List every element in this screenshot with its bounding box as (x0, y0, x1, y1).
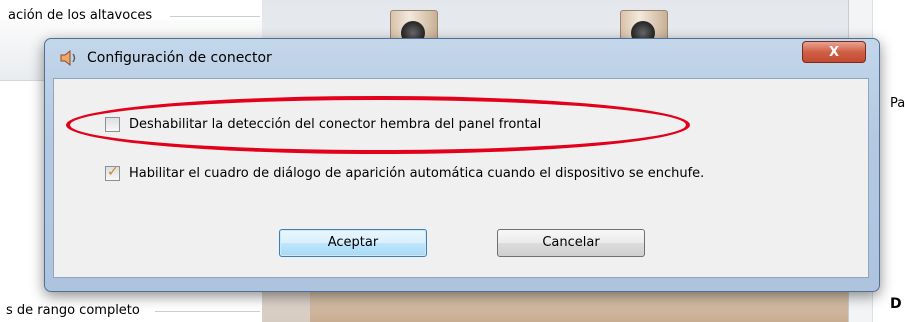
dialog-title: Configuración de conector (87, 50, 272, 66)
dialog-titlebar[interactable]: Configuración de conector X (45, 39, 879, 77)
close-icon: X (828, 45, 840, 60)
enable-autopopup-checkbox[interactable]: ✓ (105, 164, 120, 181)
group-divider (170, 16, 260, 17)
option-disable-front-panel-detection[interactable]: Deshabilitar la detección del conector h… (105, 117, 541, 132)
right-panel-label: Pa (890, 96, 905, 111)
speaker-icon (59, 49, 79, 67)
checkmark-icon: ✓ (107, 164, 119, 180)
ok-button[interactable]: Aceptar (279, 229, 427, 257)
connector-settings-dialog: Configuración de conector X Deshabilitar… (44, 38, 880, 292)
full-range-group-label: s de rango completo (6, 303, 140, 318)
disable-detection-label[interactable]: Deshabilitar la detección del conector h… (129, 117, 541, 132)
cancel-button[interactable]: Cancelar (497, 229, 645, 257)
group-divider-bottom (155, 311, 260, 312)
right-panel-heading: D (890, 296, 902, 312)
close-button[interactable]: X (802, 41, 866, 63)
enable-autopopup-label[interactable]: Habilitar el cuadro de diálogo de aparic… (129, 166, 704, 181)
disable-detection-checkbox[interactable] (105, 117, 120, 132)
speaker-config-group-label: ación de los altavoces (8, 8, 153, 23)
option-enable-autopopup[interactable]: ✓ Habilitar el cuadro de diálogo de apar… (105, 164, 704, 181)
